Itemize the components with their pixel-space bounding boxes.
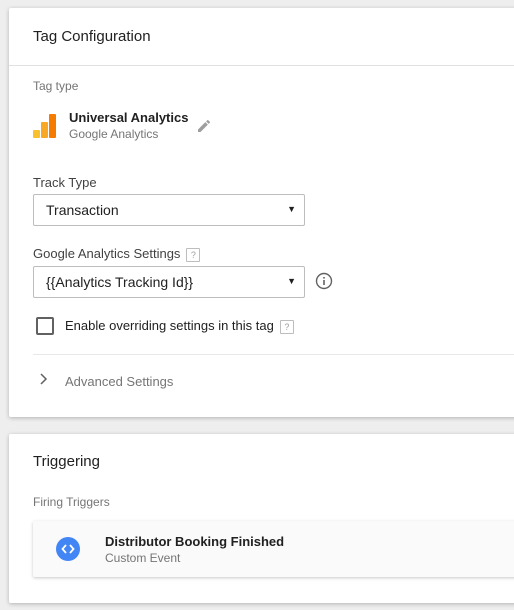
help-icon[interactable]: ?	[186, 247, 201, 262]
triggering-title: Triggering	[33, 453, 100, 470]
tag-configuration-card: Tag Configuration Tag type Universal Ana…	[9, 8, 514, 417]
dropdown-arrow-icon: ▼	[287, 276, 296, 286]
tag-type-vendor: Google Analytics	[69, 127, 159, 141]
custom-event-icon	[56, 537, 80, 561]
override-settings-checkbox[interactable]	[36, 317, 54, 335]
google-analytics-logo-icon	[33, 114, 57, 138]
dropdown-arrow-icon: ▼	[287, 204, 296, 214]
chevron-right-icon	[40, 373, 48, 385]
trigger-type: Custom Event	[105, 551, 181, 565]
tag-type-name: Universal Analytics	[69, 110, 189, 125]
override-settings-label: Enable overriding settings in this tag?	[65, 318, 294, 334]
firing-triggers-label: Firing Triggers	[33, 495, 110, 509]
triggering-card: Triggering Firing Triggers Distributor B…	[9, 434, 514, 603]
advanced-settings-label: Advanced Settings	[65, 374, 174, 389]
override-settings-label-text: Enable overriding settings in this tag	[65, 318, 274, 333]
help-icon[interactable]: ?	[279, 319, 294, 334]
section-divider	[33, 354, 514, 355]
tag-configuration-title: Tag Configuration	[33, 28, 151, 45]
ga-settings-label: Google Analytics Settings?	[33, 246, 201, 262]
ga-settings-value: {{Analytics Tracking Id}}	[46, 274, 194, 290]
tag-type-label: Tag type	[33, 79, 79, 93]
header-divider	[9, 65, 514, 66]
ga-settings-select[interactable]: {{Analytics Tracking Id}} ▼	[33, 266, 305, 298]
ga-settings-label-text: Google Analytics Settings	[33, 246, 181, 261]
trigger-name: Distributor Booking Finished	[105, 534, 285, 549]
track-type-value: Transaction	[46, 202, 119, 218]
advanced-settings-toggle[interactable]: Advanced Settings	[33, 368, 333, 394]
track-type-select[interactable]: Transaction ▼	[33, 194, 305, 226]
pencil-icon[interactable]	[196, 118, 212, 134]
trigger-item[interactable]: Distributor Booking Finished Custom Even…	[33, 521, 514, 577]
info-icon[interactable]	[315, 272, 333, 290]
track-type-label: Track Type	[33, 175, 97, 190]
